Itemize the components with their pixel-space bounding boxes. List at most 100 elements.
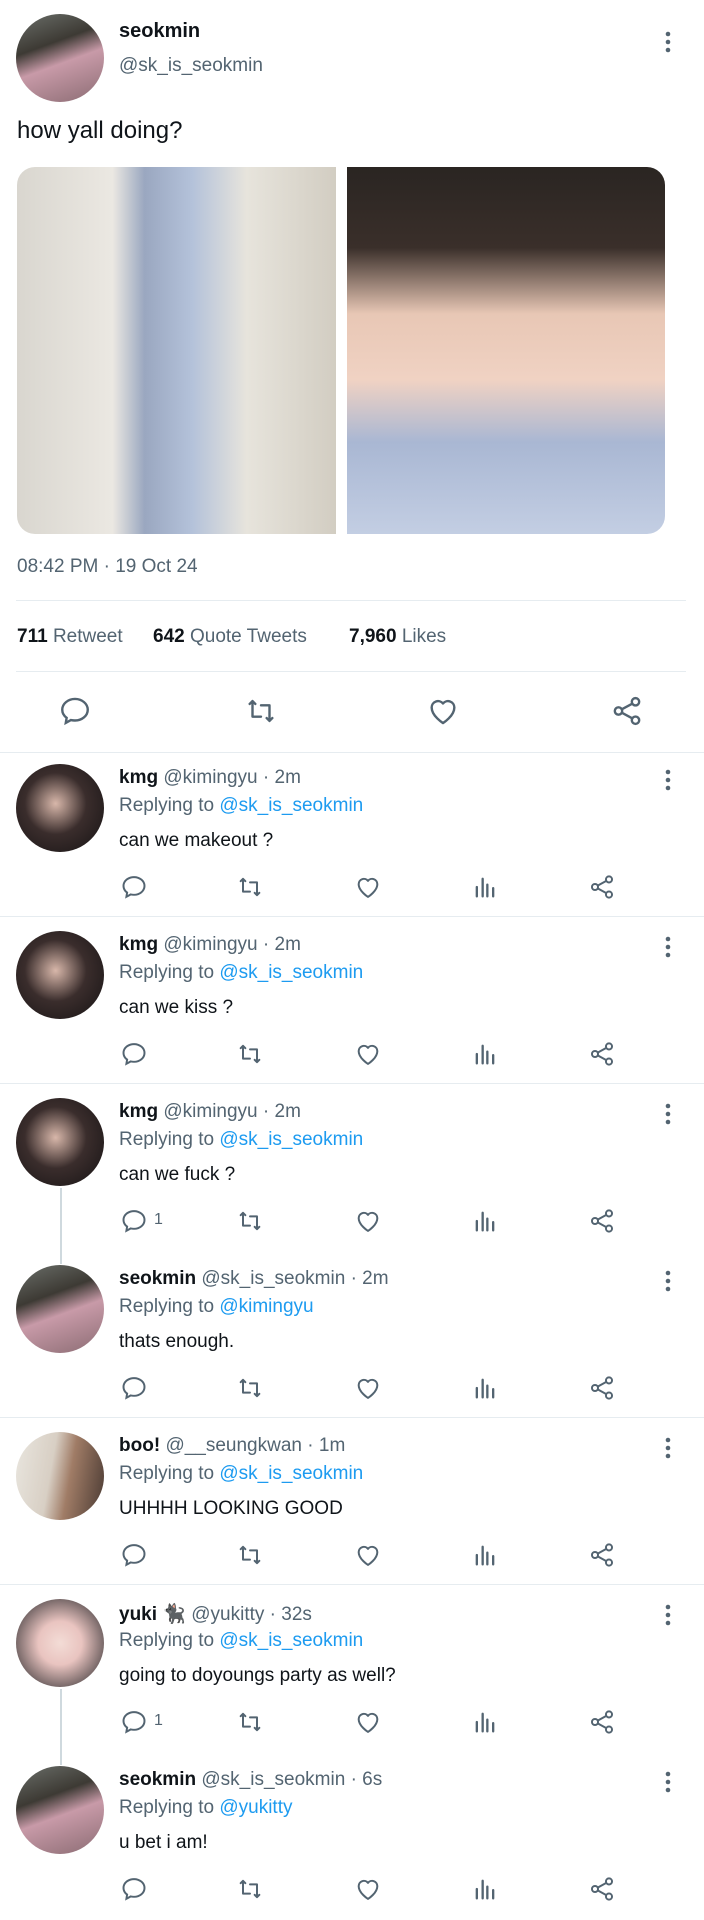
reply-icon[interactable] (120, 1708, 148, 1736)
more-icon[interactable] (656, 1434, 680, 1462)
share-icon[interactable] (588, 1541, 616, 1569)
reply-time[interactable]: 1m (319, 1435, 345, 1456)
share-icon[interactable] (588, 1040, 616, 1068)
author-name[interactable]: seokmin (119, 20, 200, 43)
author-handle[interactable]: @kimingyu (163, 1101, 257, 1122)
author-handle[interactable]: @sk_is_seokmin (201, 1769, 345, 1790)
replying-to-link[interactable]: @kimingyu (219, 1296, 313, 1317)
retweets-stat[interactable]: 711 Retweet (17, 626, 123, 648)
retweet-icon[interactable] (236, 1207, 264, 1235)
replying-to-link[interactable]: @sk_is_seokmin (219, 1463, 363, 1484)
retweet-icon[interactable] (236, 873, 264, 901)
avatar[interactable] (16, 1599, 104, 1687)
thread-line (60, 1188, 62, 1264)
avatar[interactable] (16, 931, 104, 1019)
more-icon[interactable] (656, 933, 680, 961)
share-icon[interactable] (588, 1708, 616, 1736)
author-handle[interactable]: @sk_is_seokmin (119, 55, 263, 77)
more-icon[interactable] (656, 1601, 680, 1629)
retweet-icon[interactable] (236, 1374, 264, 1402)
thread-line (60, 1689, 62, 1765)
reply-text: can we kiss ? (119, 997, 234, 1018)
more-icon[interactable] (656, 1768, 680, 1796)
tweet-text: how yall doing? (17, 117, 183, 144)
reply-icon[interactable] (120, 873, 148, 901)
photo-1[interactable] (17, 167, 336, 534)
like-icon[interactable] (354, 873, 382, 901)
retweet-icon[interactable] (236, 1875, 264, 1903)
views-icon[interactable] (471, 1040, 499, 1068)
retweet-icon[interactable] (236, 1541, 264, 1569)
reply-icon[interactable] (120, 1374, 148, 1402)
views-icon[interactable] (471, 1541, 499, 1569)
views-icon[interactable] (471, 1374, 499, 1402)
avatar[interactable] (16, 1766, 104, 1854)
likes-stat[interactable]: 7,960 Likes (349, 626, 446, 648)
retweet-icon[interactable] (244, 694, 278, 728)
author-handle[interactable]: @yukitty (191, 1604, 264, 1625)
avatar[interactable] (16, 764, 104, 852)
like-icon[interactable] (354, 1708, 382, 1736)
like-icon[interactable] (354, 1875, 382, 1903)
replying-to-link[interactable]: @sk_is_seokmin (219, 962, 363, 983)
author-name[interactable]: kmg (119, 934, 158, 955)
author-name[interactable]: seokmin (119, 1268, 196, 1289)
like-icon[interactable] (354, 1040, 382, 1068)
reply-time[interactable]: 6s (362, 1769, 382, 1790)
reply-icon[interactable] (120, 1541, 148, 1569)
replying-to-link[interactable]: @sk_is_seokmin (219, 795, 363, 816)
author-name[interactable]: yuki 🐈‍⬛ (119, 1604, 186, 1625)
avatar[interactable] (16, 14, 104, 102)
share-icon[interactable] (588, 1207, 616, 1235)
photo-2[interactable] (347, 167, 665, 534)
reply-icon[interactable] (120, 1040, 148, 1068)
tweet-timestamp[interactable]: 08:42 PM · 19 Oct 24 (17, 556, 198, 578)
reply-time[interactable]: 2m (275, 1101, 301, 1122)
replying-label: Replying to (119, 1296, 215, 1317)
more-icon[interactable] (656, 766, 680, 794)
more-icon[interactable] (656, 1267, 680, 1295)
views-icon[interactable] (471, 1708, 499, 1736)
separator-dot: · (262, 934, 270, 955)
author-handle[interactable]: @__seungkwan (165, 1435, 302, 1456)
views-icon[interactable] (471, 1207, 499, 1235)
quotes-stat[interactable]: 642 Quote Tweets (153, 626, 307, 648)
divider (16, 600, 686, 601)
author-handle[interactable]: @kimingyu (163, 767, 257, 788)
reply-icon[interactable] (120, 1875, 148, 1903)
replying-to-link[interactable]: @sk_is_seokmin (219, 1129, 363, 1150)
views-icon[interactable] (471, 873, 499, 901)
reply-time[interactable]: 2m (362, 1268, 388, 1289)
more-icon[interactable] (656, 1100, 680, 1128)
author-name[interactable]: seokmin (119, 1769, 196, 1790)
replying-to-link[interactable]: @sk_is_seokmin (219, 1630, 363, 1651)
replying-to-link[interactable]: @yukitty (219, 1797, 292, 1818)
like-icon[interactable] (354, 1207, 382, 1235)
like-icon[interactable] (354, 1541, 382, 1569)
reply-time[interactable]: 32s (281, 1604, 312, 1625)
reply-time[interactable]: 2m (275, 767, 301, 788)
reply-icon[interactable] (120, 1207, 148, 1235)
avatar[interactable] (16, 1098, 104, 1186)
share-icon[interactable] (588, 873, 616, 901)
author-name[interactable]: kmg (119, 767, 158, 788)
author-handle[interactable]: @sk_is_seokmin (201, 1268, 345, 1289)
author-name[interactable]: kmg (119, 1101, 158, 1122)
reply-time[interactable]: 2m (275, 934, 301, 955)
like-icon[interactable] (426, 694, 460, 728)
author-name[interactable]: boo! (119, 1435, 160, 1456)
divider (0, 916, 704, 917)
like-icon[interactable] (354, 1374, 382, 1402)
more-icon[interactable] (656, 28, 680, 56)
share-icon[interactable] (588, 1875, 616, 1903)
retweet-icon[interactable] (236, 1040, 264, 1068)
reply-icon[interactable] (58, 694, 92, 728)
retweet-icon[interactable] (236, 1708, 264, 1736)
author-handle[interactable]: @kimingyu (163, 934, 257, 955)
share-icon[interactable] (610, 694, 644, 728)
replying-label: Replying to (119, 1463, 215, 1484)
avatar[interactable] (16, 1265, 104, 1353)
views-icon[interactable] (471, 1875, 499, 1903)
share-icon[interactable] (588, 1374, 616, 1402)
avatar[interactable] (16, 1432, 104, 1520)
